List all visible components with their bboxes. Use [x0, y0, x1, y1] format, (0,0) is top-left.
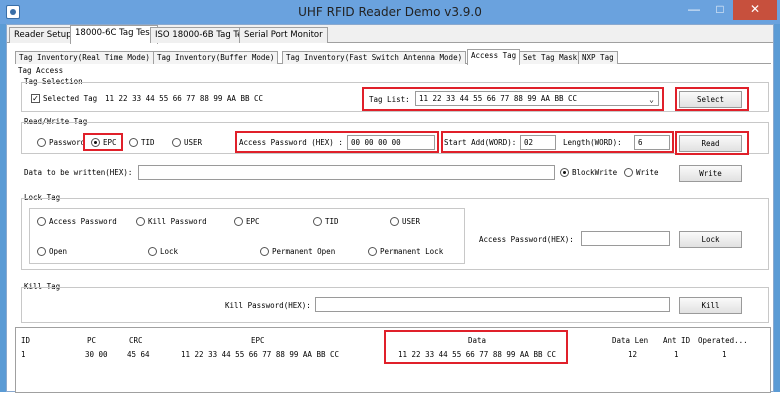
col-header-operated: Operated...	[698, 336, 748, 345]
col-header-crc: CRC	[129, 336, 143, 345]
lock-tid-label: TID	[325, 217, 339, 226]
tab-nxp-tag[interactable]: NXP Tag	[578, 51, 618, 64]
radio-lock-user[interactable]	[390, 217, 399, 226]
tab-inventory-buffer[interactable]: Tag Inventory(Buffer Mode)	[153, 51, 279, 64]
lock-permanent-lock-label: Permanent Lock	[380, 247, 444, 256]
radio-lock-kill-password[interactable]	[136, 217, 145, 226]
tab-reader-setup[interactable]: Reader Setup	[9, 27, 77, 43]
lock-user-label: USER	[402, 217, 421, 226]
cell-id: 1	[21, 350, 26, 359]
highlight-tag-list	[362, 87, 664, 111]
tab-set-tag-mask[interactable]: Set Tag Mask	[519, 51, 582, 64]
main-tabs: Reader Setup 18000-6C Tag Test ISO 18000…	[7, 25, 773, 44]
cell-crc: 45 64	[127, 350, 150, 359]
write-button[interactable]: Write	[679, 165, 742, 182]
highlight-data-column	[384, 330, 568, 364]
write-radio-label: Write	[636, 168, 659, 177]
cell-pc: 30 00	[85, 350, 108, 359]
title-bar[interactable]: UHF RFID Reader Demo v3.9.0 — □ ✕	[0, 0, 780, 24]
col-header-pc: PC	[87, 336, 97, 345]
col-header-ant-id: Ant ID	[663, 336, 691, 345]
highlight-select-button	[675, 87, 749, 111]
radio-lock-permanent-open[interactable]	[260, 247, 269, 256]
radio-password-label: Password	[49, 138, 86, 147]
radio-lock-epc[interactable]	[234, 217, 243, 226]
radio-lock-permanent-lock[interactable]	[368, 247, 377, 256]
lock-permanent-open-label: Permanent Open	[272, 247, 336, 256]
close-button[interactable]: ✕	[733, 0, 777, 20]
lock-access-password-label: Access Password	[49, 217, 117, 226]
app-window: UHF RFID Reader Demo v3.9.0 — □ ✕ Reader…	[0, 0, 780, 393]
tab-inventory-realtime[interactable]: Tag Inventory(Real Time Mode)	[15, 51, 154, 64]
radio-blockwrite[interactable]	[560, 168, 569, 177]
highlight-epc	[83, 133, 123, 151]
radio-user[interactable]	[172, 138, 181, 147]
kill-button[interactable]: Kill	[679, 297, 742, 314]
window-title: UHF RFID Reader Demo v3.9.0	[298, 5, 482, 19]
radio-lock-tid[interactable]	[313, 217, 322, 226]
lock-epc-label: EPC	[246, 217, 260, 226]
col-header-id: ID	[21, 336, 31, 345]
tab-18000-6c[interactable]: 18000-6C Tag Test	[70, 25, 158, 44]
client-area: Reader Setup 18000-6C Tag Test ISO 18000…	[6, 24, 774, 393]
lock-access-password-input-label: Access Password(HEX):	[479, 235, 574, 244]
highlight-access-password	[235, 131, 439, 153]
tab-inventory-fast-switch[interactable]: Tag Inventory(Fast Switch Antenna Mode)	[282, 51, 467, 64]
radio-tid-label: TID	[141, 138, 155, 147]
radio-lock-open[interactable]	[37, 247, 46, 256]
highlight-read-button	[675, 131, 749, 155]
radio-password[interactable]	[37, 138, 46, 147]
minimize-button[interactable]: —	[681, 0, 707, 20]
data-to-write-input[interactable]	[138, 165, 555, 180]
kill-password-label: Kill Password(HEX):	[225, 301, 311, 310]
result-grid[interactable]: ID PC CRC EPC Data Data Len Ant ID Opera…	[15, 327, 771, 393]
radio-lock-lock[interactable]	[148, 247, 157, 256]
kill-password-input[interactable]	[315, 297, 670, 312]
tab-serial-port-monitor[interactable]: Serial Port Monitor	[239, 27, 328, 43]
cell-epc: 11 22 33 44 55 66 77 88 99 AA BB CC	[181, 350, 340, 359]
maximize-button[interactable]: □	[707, 0, 733, 20]
selected-tag-checkbox[interactable]: ✓	[31, 94, 40, 103]
data-to-write-label: Data to be written(HEX):	[24, 168, 133, 177]
lock-button[interactable]: Lock	[679, 231, 742, 248]
radio-user-label: USER	[184, 138, 203, 147]
radio-lock-access-password[interactable]	[37, 217, 46, 226]
radio-write[interactable]	[624, 168, 633, 177]
lock-lock-label: Lock	[160, 247, 179, 256]
cell-data-len: 12	[628, 350, 638, 359]
radio-tid[interactable]	[129, 138, 138, 147]
tag-access-title: Tag Access	[18, 66, 64, 75]
highlight-start-length	[441, 131, 674, 153]
sub-tabs: Tag Inventory(Real Time Mode) Tag Invent…	[15, 49, 771, 65]
cell-operated: 1	[722, 350, 727, 359]
cell-ant-id: 1	[674, 350, 679, 359]
lock-access-password-input[interactable]	[581, 231, 670, 246]
col-header-epc: EPC	[251, 336, 265, 345]
selected-tag-value: 11 22 33 44 55 66 77 88 99 AA BB CC	[105, 94, 264, 103]
col-header-data-len: Data Len	[612, 336, 649, 345]
blockwrite-label: BlockWrite	[572, 168, 618, 177]
tab-access-tag[interactable]: Access Tag	[467, 49, 521, 65]
lock-open-label: Open	[49, 247, 68, 256]
selected-tag-label: Selected Tag	[43, 94, 98, 103]
lock-kill-password-label: Kill Password	[148, 217, 207, 226]
